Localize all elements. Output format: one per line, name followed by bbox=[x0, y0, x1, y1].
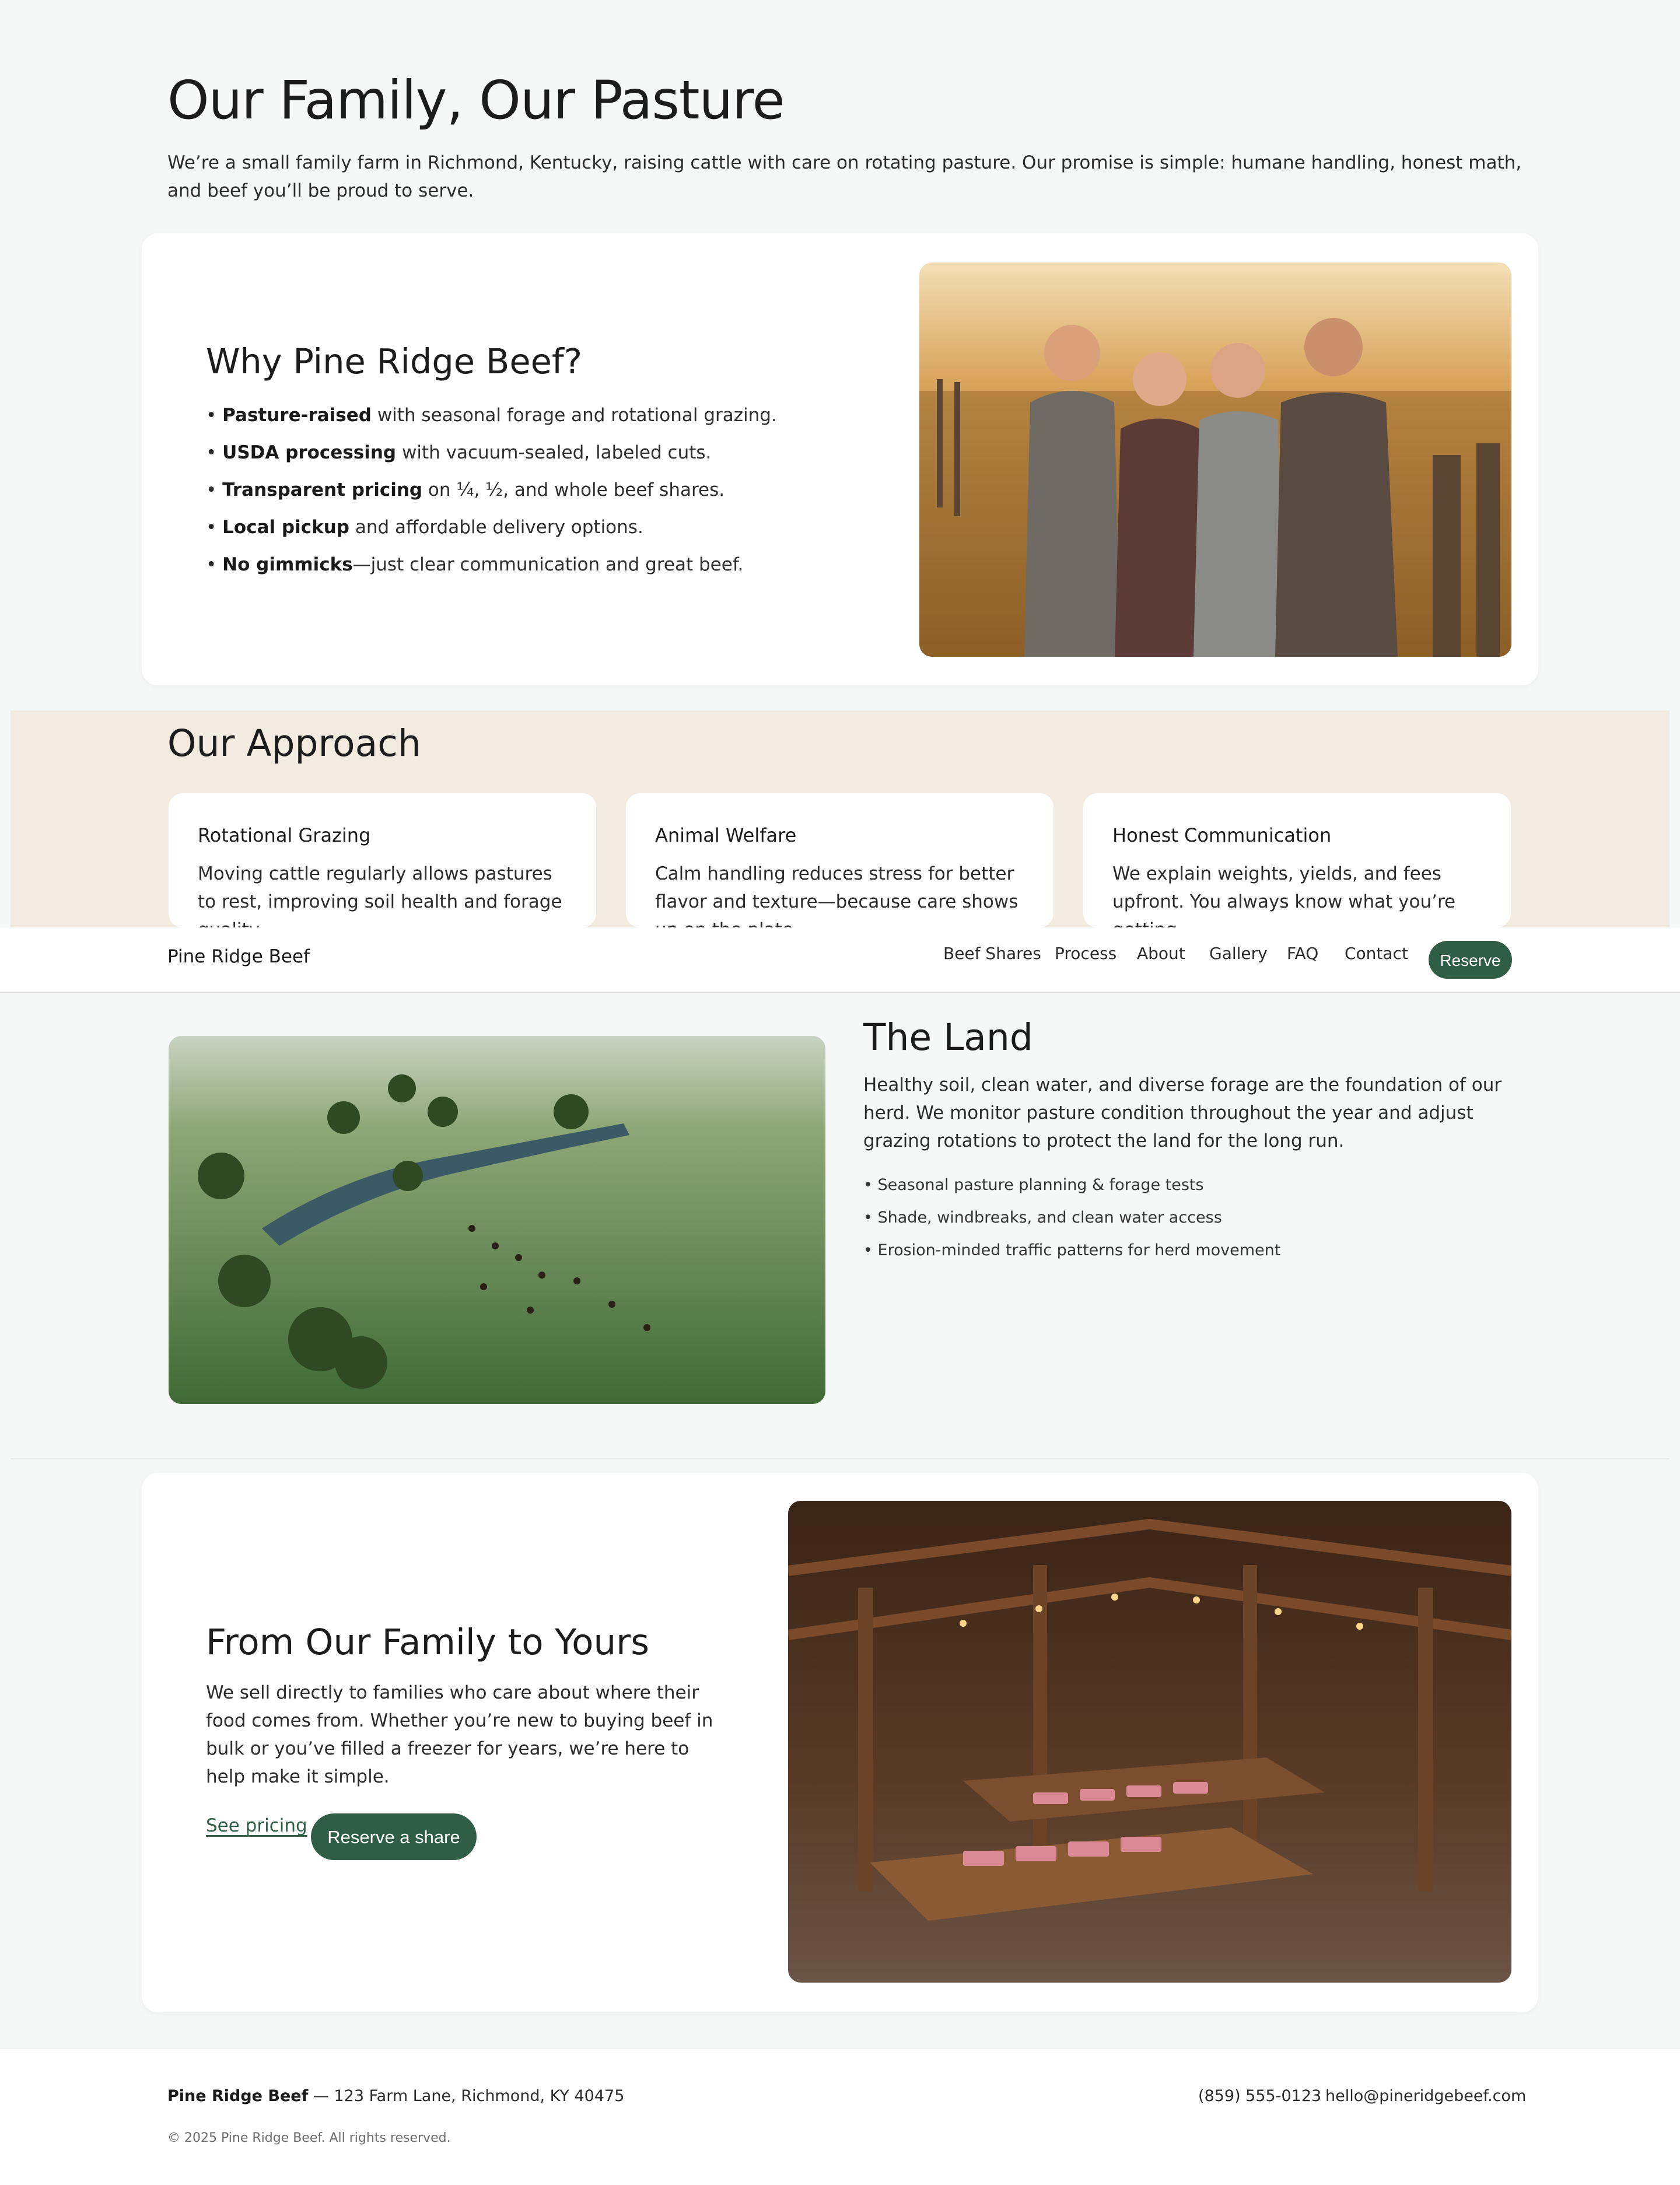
nav-contact[interactable]: Contact bbox=[1345, 944, 1408, 963]
card-text: We explain weights, yields, and fees upf… bbox=[1112, 863, 1456, 927]
land-item: • Shade, windbreaks, and clean water acc… bbox=[863, 1209, 1222, 1227]
nav-gallery[interactable]: Gallery bbox=[1209, 944, 1268, 963]
footer-address: Pine Ridge Beef — 123 Farm Lane, Richmon… bbox=[167, 2087, 625, 2105]
footer-email[interactable]: hello@pineridgebeef.com bbox=[1325, 2087, 1526, 2105]
hero-intro: We’re a small family farm in Richmond, K… bbox=[167, 152, 1522, 201]
footer bbox=[0, 2049, 1680, 2185]
why-item: • USDA processing with vacuum-sealed, la… bbox=[206, 442, 712, 463]
land-list: • Seasonal pasture planning & forage tes… bbox=[863, 1172, 1280, 1270]
card-title: Animal Welfare bbox=[655, 824, 797, 846]
why-item: • Pasture-raised with seasonal forage an… bbox=[206, 405, 777, 426]
copyright: © 2025 Pine Ridge Beef. All rights reser… bbox=[167, 2131, 451, 2145]
approach-card-animal-welfare: Animal Welfare Calm handling reduces str… bbox=[626, 793, 1054, 927]
land-item: • Erosion-minded traffic patterns for he… bbox=[863, 1241, 1281, 1259]
land-text: Healthy soil, clean water, and diverse f… bbox=[863, 1074, 1502, 1151]
family-photo bbox=[919, 262, 1511, 657]
card-title: Rotational Grazing bbox=[198, 824, 371, 846]
section-divider bbox=[10, 1458, 1670, 1459]
brand-logo[interactable]: Pine Ridge Beef bbox=[167, 946, 310, 967]
card-text: Moving cattle regularly allows pastures … bbox=[198, 863, 562, 927]
card-text: Calm handling reduces stress for better … bbox=[655, 863, 1019, 927]
see-pricing-link[interactable]: See pricing bbox=[206, 1815, 307, 1836]
nav-faq[interactable]: FAQ bbox=[1287, 944, 1318, 963]
why-item: • Local pickup and affordable delivery o… bbox=[206, 517, 643, 538]
reserve-button[interactable]: Reserve bbox=[1429, 941, 1512, 979]
why-item: • Transparent pricing on ¼, ½, and whole… bbox=[206, 479, 725, 500]
nav-about[interactable]: About bbox=[1137, 944, 1185, 963]
land-title: The Land bbox=[863, 1016, 1033, 1059]
why-item: • No gimmicks—just clear communication a… bbox=[206, 554, 744, 575]
approach-card-honest-communication: Honest Communication We explain weights,… bbox=[1083, 793, 1511, 927]
approach-card-rotational-grazing: Rotational Grazing Moving cattle regular… bbox=[169, 793, 596, 927]
family-text: We sell directly to families who care ab… bbox=[206, 1682, 713, 1787]
family-title: From Our Family to Yours bbox=[206, 1622, 649, 1663]
barn-photo bbox=[788, 1501, 1511, 1983]
footer-phone[interactable]: (859) 555-0123 bbox=[1198, 2087, 1321, 2105]
nav-process[interactable]: Process bbox=[1055, 944, 1116, 963]
why-title: Why Pine Ridge Beef? bbox=[206, 341, 583, 381]
card-title: Honest Communication bbox=[1112, 824, 1332, 846]
reserve-share-button[interactable]: Reserve a share bbox=[311, 1813, 477, 1860]
why-list: • Pasture-raised with seasonal forage an… bbox=[206, 402, 848, 589]
nav-beef-shares[interactable]: Beef Shares bbox=[943, 944, 1041, 963]
pasture-aerial-photo bbox=[169, 1036, 825, 1404]
approach-title: Our Approach bbox=[167, 722, 421, 765]
land-item: • Seasonal pasture planning & forage tes… bbox=[863, 1176, 1204, 1194]
page-title: Our Family, Our Pasture bbox=[167, 70, 785, 131]
